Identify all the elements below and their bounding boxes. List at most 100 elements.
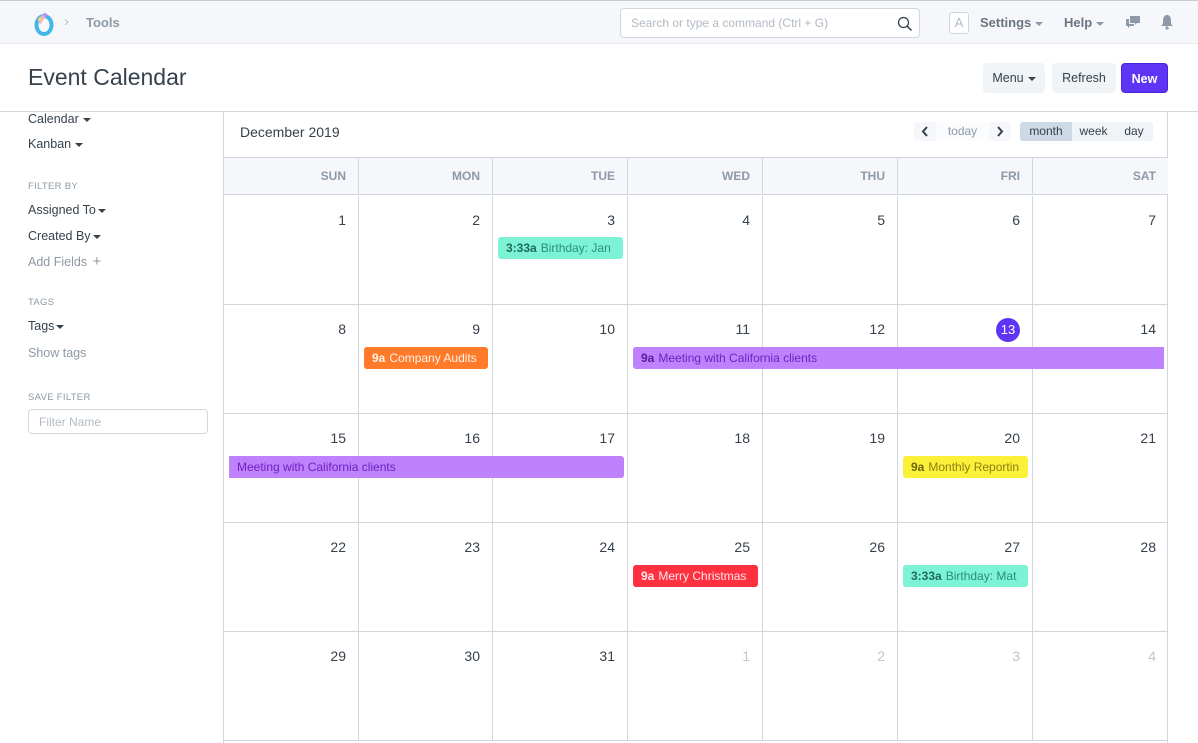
menu-button[interactable]: Menu (983, 63, 1045, 93)
day-cell[interactable]: 4 (1033, 632, 1168, 741)
app-logo[interactable] (34, 11, 54, 36)
chevron-right-icon[interactable] (989, 122, 1011, 141)
add-fields-button[interactable]: Add Fields + (28, 253, 101, 270)
day-number[interactable]: 1 (742, 648, 750, 664)
day-cell[interactable]: 6 (898, 196, 1033, 305)
breadcrumb-tools[interactable]: Tools (86, 15, 120, 30)
day-cell[interactable]: 21 (1033, 414, 1168, 523)
day-cell[interactable]: 1 (628, 632, 763, 741)
search-input[interactable] (621, 9, 881, 37)
day-cell[interactable]: 2 (763, 632, 898, 741)
settings-dropdown[interactable]: Settings (980, 15, 1044, 30)
calendar-event[interactable]: 9a Merry Christmas (633, 565, 758, 587)
today-button[interactable]: today (936, 122, 989, 141)
day-number[interactable]: 14 (1140, 321, 1156, 337)
view-day-button[interactable]: day (1115, 122, 1153, 141)
chat-icon[interactable] (1124, 13, 1142, 31)
filter-assigned-to[interactable]: Assigned To (28, 203, 106, 217)
day-number[interactable]: 1 (338, 212, 346, 228)
day-number[interactable]: 8 (338, 321, 346, 337)
day-number[interactable]: 29 (330, 648, 346, 664)
day-number[interactable]: 21 (1140, 430, 1156, 446)
avatar[interactable]: A (949, 12, 969, 34)
day-number[interactable]: 30 (464, 648, 480, 664)
calendar-event[interactable]: 9a Meeting with California clients (633, 347, 1164, 369)
weekday-label: TUE (493, 158, 628, 195)
day-cell[interactable]: 28 (1033, 523, 1168, 632)
day-number[interactable]: 22 (330, 539, 346, 555)
day-cell[interactable]: 2 (359, 196, 493, 305)
day-cell[interactable]: 30 (359, 632, 493, 741)
refresh-button[interactable]: Refresh (1052, 63, 1116, 93)
day-cell[interactable]: 4 (628, 196, 763, 305)
caret-down-icon (82, 117, 91, 122)
day-cell[interactable]: 26 (763, 523, 898, 632)
day-number[interactable]: 3 (1012, 648, 1020, 664)
day-number[interactable]: 11 (735, 321, 750, 337)
day-cell[interactable]: 22 (224, 523, 359, 632)
view-week-button[interactable]: week (1072, 122, 1115, 141)
day-number[interactable]: 5 (877, 212, 885, 228)
day-number[interactable]: 12 (869, 321, 885, 337)
day-cell[interactable]: 10 (493, 305, 628, 414)
day-number[interactable]: 15 (330, 430, 346, 446)
tags-heading: TAGS (28, 297, 55, 308)
caret-down-icon (92, 234, 101, 239)
filter-name-input[interactable] (28, 409, 208, 434)
bell-icon[interactable] (1158, 13, 1176, 31)
day-cell[interactable]: 5 (763, 196, 898, 305)
calendar-event[interactable]: 9a Monthly Reportin (903, 456, 1028, 478)
day-number[interactable]: 23 (464, 539, 480, 555)
day-number[interactable]: 2 (877, 648, 885, 664)
event-time: 9a (372, 351, 386, 365)
today-date-badge[interactable]: 13 (996, 318, 1020, 342)
calendar-event[interactable]: 3:33a Birthday: Jan (498, 237, 623, 259)
day-number[interactable]: 10 (599, 321, 615, 337)
day-number[interactable]: 4 (742, 212, 750, 228)
day-cell[interactable]: 7 (1033, 196, 1168, 305)
day-cell[interactable]: 19 (763, 414, 898, 523)
calendar: December 2019 today month week day SUN M… (223, 112, 1168, 743)
new-button[interactable]: New (1121, 63, 1168, 93)
menu-label: Menu (992, 71, 1024, 85)
day-number[interactable]: 20 (1004, 430, 1020, 446)
day-cell[interactable]: 31 (493, 632, 628, 741)
day-number[interactable]: 31 (599, 648, 615, 664)
show-tags-link[interactable]: Show tags (28, 346, 86, 360)
day-number[interactable]: 27 (1004, 539, 1020, 555)
day-cell[interactable]: 18 (628, 414, 763, 523)
sidebar-view-kanban[interactable]: Kanban (28, 137, 84, 151)
calendar-event[interactable]: 9a Company Audits (364, 347, 488, 369)
day-number[interactable]: 3 (607, 212, 615, 228)
day-number[interactable]: 19 (869, 430, 885, 446)
day-cell[interactable]: 8 (224, 305, 359, 414)
view-month-button[interactable]: month (1020, 122, 1072, 141)
day-cell[interactable]: 29 (224, 632, 359, 741)
calendar-event[interactable]: Meeting with California clients (229, 456, 624, 478)
day-number[interactable]: 26 (869, 539, 885, 555)
help-dropdown[interactable]: Help (1064, 15, 1105, 30)
filter-label: Assigned To (28, 203, 96, 217)
chevron-left-icon[interactable] (914, 122, 936, 141)
event-time: 3:33a (506, 241, 537, 255)
day-number[interactable]: 18 (734, 430, 750, 446)
day-cell[interactable]: 3 (898, 632, 1033, 741)
day-cell[interactable]: 1 (224, 196, 359, 305)
tags-dropdown[interactable]: Tags (28, 319, 65, 333)
day-number[interactable]: 7 (1148, 212, 1156, 228)
day-number[interactable]: 9 (472, 321, 480, 337)
filter-created-by[interactable]: Created By (28, 229, 101, 243)
day-cell[interactable]: 24 (493, 523, 628, 632)
search-icon[interactable] (897, 16, 913, 32)
day-number[interactable]: 17 (599, 430, 615, 446)
day-number[interactable]: 2 (472, 212, 480, 228)
sidebar-view-calendar[interactable]: Calendar (28, 112, 91, 126)
day-number[interactable]: 28 (1140, 539, 1156, 555)
day-cell[interactable]: 23 (359, 523, 493, 632)
day-number[interactable]: 25 (734, 539, 750, 555)
calendar-event[interactable]: 3:33a Birthday: Mat (903, 565, 1028, 587)
day-number[interactable]: 6 (1012, 212, 1020, 228)
day-number[interactable]: 16 (464, 430, 480, 446)
day-number[interactable]: 24 (599, 539, 615, 555)
day-number[interactable]: 4 (1148, 648, 1156, 664)
